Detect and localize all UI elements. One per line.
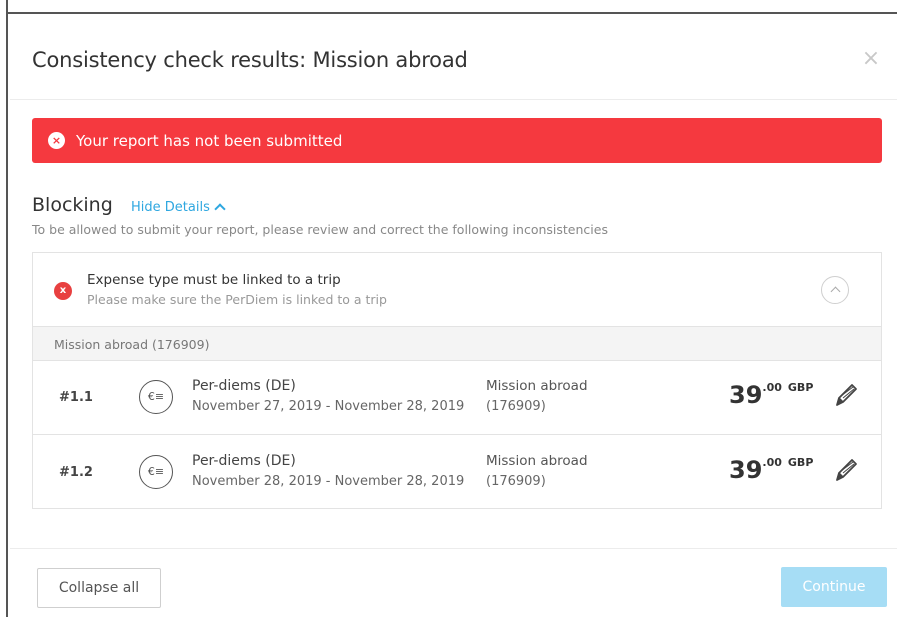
expense-type: Per-diems (DE) xyxy=(192,378,296,394)
expense-trip-id: (176909) xyxy=(486,474,546,489)
expense-type: Per-diems (DE) xyxy=(192,453,296,469)
modal-header: Consistency check results: Mission abroa… xyxy=(10,16,897,100)
chevron-up-icon xyxy=(214,203,226,215)
expense-trip-id: (176909) xyxy=(486,399,546,414)
expense-amount: 39.00 GBP xyxy=(729,456,813,484)
error-circle-icon: × xyxy=(48,132,65,149)
section-description: To be allowed to submit your report, ple… xyxy=(32,222,608,237)
chevron-up-icon xyxy=(830,286,841,297)
expense-index: #1.1 xyxy=(59,390,93,405)
per-diem-icon: €≡ xyxy=(139,380,173,414)
issue-header: x Expense type must be linked to a trip … xyxy=(33,253,881,327)
amount-integer: 39 xyxy=(729,456,763,484)
expense-dates: November 27, 2019 - November 28, 2019 xyxy=(192,399,465,414)
window-frame-top xyxy=(8,0,897,14)
expense-amount: 39.00 GBP xyxy=(729,381,813,409)
expense-row: #1.2 €≡ Per-diems (DE) November 28, 2019… xyxy=(33,436,881,510)
issue-title: Expense type must be linked to a trip xyxy=(87,272,341,288)
hide-details-link[interactable]: Hide Details xyxy=(131,200,226,215)
continue-button[interactable]: Continue xyxy=(781,567,887,607)
modal-title: Consistency check results: Mission abroa… xyxy=(32,48,468,72)
expense-dates: November 28, 2019 - November 28, 2019 xyxy=(192,474,465,489)
trip-group-header: Mission abroad (176909) xyxy=(33,327,881,361)
collapse-all-button[interactable]: Collapse all xyxy=(37,568,161,608)
expense-trip: Mission abroad xyxy=(486,378,588,394)
issue-subtitle: Please make sure the PerDiem is linked t… xyxy=(87,292,387,307)
expense-trip: Mission abroad xyxy=(486,453,588,469)
edit-pencil-icon[interactable] xyxy=(833,456,859,484)
amount-decimal: .00 xyxy=(762,381,782,394)
trip-group-label: Mission abroad (176909) xyxy=(54,337,210,352)
issue-collapse-button[interactable] xyxy=(821,276,849,304)
section-title: Blocking xyxy=(32,194,113,216)
window-frame-left xyxy=(0,0,8,617)
consistency-check-modal: Consistency check results: Mission abroa… xyxy=(10,16,897,617)
modal-footer: Collapse all Continue xyxy=(10,548,897,617)
expense-index: #1.2 xyxy=(59,465,93,480)
alert-text: Your report has not been submitted xyxy=(76,132,343,150)
edit-pencil-icon[interactable] xyxy=(833,381,859,409)
error-alert: × Your report has not been submitted xyxy=(32,118,882,163)
inconsistency-panel: x Expense type must be linked to a trip … xyxy=(32,252,882,509)
amount-integer: 39 xyxy=(729,381,763,409)
amount-decimal: .00 xyxy=(762,456,782,469)
error-circle-icon: x xyxy=(54,282,72,300)
hide-details-label: Hide Details xyxy=(131,200,210,215)
amount-currency: GBP xyxy=(787,381,814,394)
close-icon[interactable]: × xyxy=(861,48,881,70)
expense-row: #1.1 €≡ Per-diems (DE) November 27, 2019… xyxy=(33,361,881,435)
amount-currency: GBP xyxy=(787,456,814,469)
per-diem-icon: €≡ xyxy=(139,455,173,489)
